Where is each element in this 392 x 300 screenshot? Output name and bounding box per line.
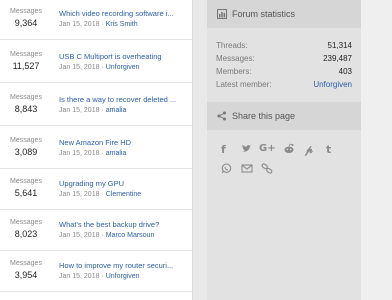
tumblr-icon[interactable]: t (326, 143, 331, 156)
thread-date: Jan 15, 2018 (59, 273, 100, 280)
stat-value: 239,487 (323, 54, 352, 63)
thread-date: Jan 15, 2018 (59, 21, 100, 28)
messages-label: Messages (10, 51, 42, 58)
forum-statistics-title: Forum statistics (232, 9, 296, 19)
facebook-icon[interactable]: f (221, 143, 226, 156)
list-item[interactable]: Messages 3,089 New Amazon Fire HD Jan 15… (0, 129, 192, 169)
list-item[interactable]: Messages 11,527 USB C Multiport is overh… (0, 43, 192, 83)
thread-title-link[interactable]: New Amazon Fire HD (59, 138, 187, 147)
thread-title-link[interactable]: Upgrading my GPU (59, 179, 187, 188)
stat-row-latest-member: Latest member: Unforgiven (216, 80, 352, 92)
thread-meta: Jan 15, 2018 · amalia (59, 150, 127, 157)
messages-label: Messages (10, 219, 42, 226)
thread-author-link[interactable]: amalia (106, 150, 127, 157)
thread-author-link[interactable]: Marco Marsoun (106, 232, 155, 239)
messages-count: 11,527 (12, 61, 40, 71)
forum-statistics-header: Forum statistics (207, 0, 361, 28)
thread-date: Jan 15, 2018 (59, 150, 100, 157)
stat-value: 51,314 (327, 41, 352, 50)
stat-row-messages: Messages: 239,487 (216, 54, 352, 66)
stat-label: Members: (216, 67, 252, 76)
stat-label: Messages: (216, 54, 255, 63)
messages-count: 5,641 (14, 188, 38, 198)
thread-author-link[interactable]: amalia (106, 107, 127, 114)
share-title: Share this page (232, 111, 296, 121)
email-icon[interactable] (241, 163, 253, 177)
share-header: Share this page (207, 102, 361, 130)
thread-meta: Jan 15, 2018 · Kris Smith (59, 21, 138, 28)
messages-label: Messages (10, 8, 42, 15)
list-item[interactable]: Messages 3,954 How to improve my router … (0, 252, 192, 292)
thread-title-link[interactable]: What's the best backup drive? (59, 220, 187, 229)
stat-label: Latest member: (216, 80, 272, 89)
list-item[interactable]: Messages 5,641 Upgrading my GPU Jan 15, … (0, 170, 192, 210)
reddit-icon[interactable] (283, 143, 295, 157)
twitter-icon[interactable] (241, 143, 252, 157)
thread-author-link[interactable]: Clementine (106, 191, 141, 198)
thread-meta: Jan 15, 2018 · amalia (59, 107, 127, 114)
thread-author-link[interactable]: Kris Smith (106, 21, 138, 28)
stat-label: Threads: (216, 41, 248, 50)
list-item[interactable]: Messages 8,023 What's the best backup dr… (0, 211, 192, 251)
link-icon[interactable] (261, 163, 273, 177)
latest-member-link[interactable]: Unforgiven (313, 80, 352, 89)
messages-count: 8,023 (14, 229, 38, 239)
messages-label: Messages (10, 137, 42, 144)
sidebar: Forum statistics Threads: 51,314 Message… (207, 0, 361, 300)
messages-count: 8,843 (14, 104, 38, 114)
thread-author-link[interactable]: Unforgiven (106, 64, 140, 71)
stat-row-members: Members: 403 (216, 67, 352, 79)
thread-meta: Jan 15, 2018 · Clementine (59, 191, 142, 198)
thread-author-link[interactable]: Unforgiven (106, 273, 140, 280)
share-icon (217, 111, 226, 121)
messages-label: Messages (10, 260, 42, 267)
list-item[interactable]: Messages 9,364 Which video recording sof… (0, 0, 192, 40)
thread-date: Jan 15, 2018 (59, 107, 100, 114)
thread-meta: Jan 15, 2018 · Unforgiven (59, 64, 140, 71)
whatsapp-icon[interactable] (221, 163, 232, 177)
thread-date: Jan 15, 2018 (59, 64, 100, 71)
thread-list: Messages 9,364 Which video recording sof… (0, 0, 193, 300)
thread-title-link[interactable]: How to improve my router securi... (59, 261, 187, 270)
messages-count: 9,364 (14, 18, 38, 28)
thread-date: Jan 15, 2018 (59, 191, 100, 198)
messages-label: Messages (10, 94, 42, 101)
google-plus-icon[interactable]: G+ (259, 143, 276, 154)
list-item[interactable]: Messages 8,843 Is there a way to recover… (0, 86, 192, 126)
thread-date: Jan 15, 2018 (59, 232, 100, 239)
messages-count: 3,089 (14, 147, 38, 157)
thread-title-link[interactable]: Which video recording software i... (59, 9, 187, 18)
thread-meta: Jan 15, 2018 · Unforgiven (59, 273, 140, 280)
thread-meta: Jan 15, 2018 · Marco Marsoun (59, 232, 155, 239)
thread-title-link[interactable]: Is there a way to recover deleted ... (59, 95, 187, 104)
stat-value: 403 (338, 67, 352, 76)
bar-chart-icon (217, 9, 227, 19)
pinterest-icon[interactable]: 𝓅 (305, 143, 313, 157)
stat-row-threads: Threads: 51,314 (216, 41, 352, 53)
thread-title-link[interactable]: USB C Multiport is overheating (59, 52, 187, 61)
messages-count: 3,954 (14, 270, 38, 280)
messages-label: Messages (10, 178, 42, 185)
page-margin (361, 0, 392, 300)
